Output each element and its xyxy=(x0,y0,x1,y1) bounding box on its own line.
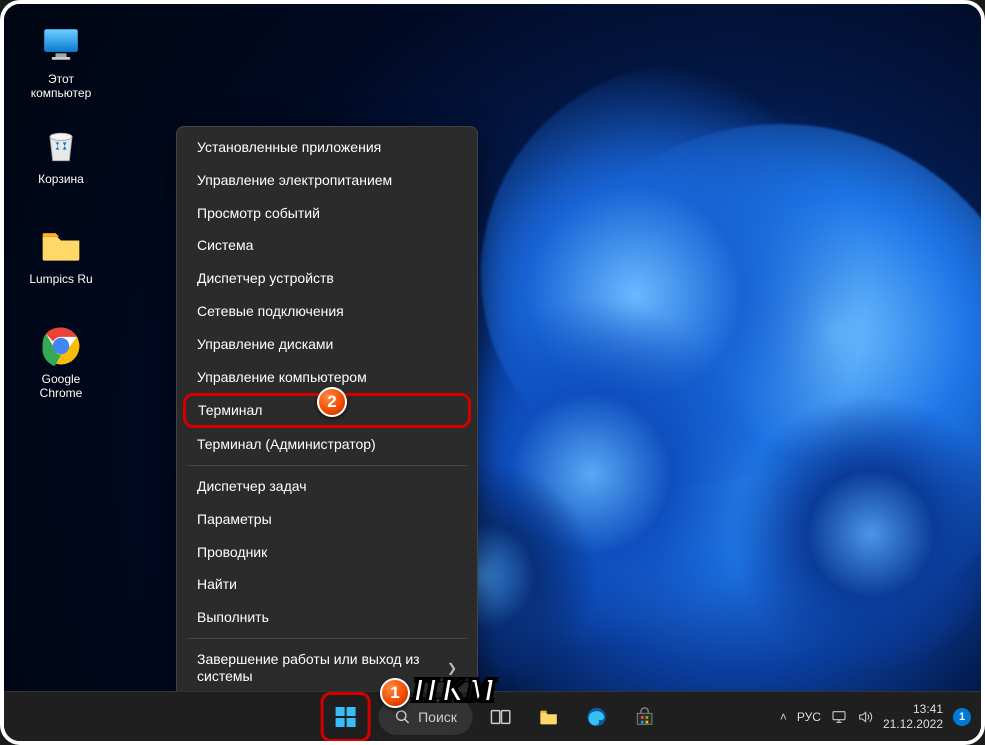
menu-item-label: Параметры xyxy=(197,511,272,528)
menu-item-label: Диспетчер задач xyxy=(197,478,307,495)
desktop-icon-label: Корзина xyxy=(38,172,84,186)
desktop-wallpaper xyxy=(4,4,981,741)
language-indicator[interactable]: РУС xyxy=(797,710,821,724)
menu-item-installed-apps[interactable]: Установленные приложения xyxy=(177,131,477,164)
taskbar-explorer[interactable] xyxy=(529,697,569,737)
menu-item-label: Установленные приложения xyxy=(197,139,381,156)
start-button[interactable] xyxy=(325,697,365,737)
volume-icon[interactable] xyxy=(857,709,873,725)
winx-context-menu: Установленные приложения Управление элек… xyxy=(176,126,478,730)
system-tray xyxy=(831,709,873,725)
menu-item-label: Выполнить xyxy=(197,609,269,626)
monitor-icon xyxy=(39,24,83,68)
desktop-icon-chrome[interactable]: Google Chrome xyxy=(22,324,100,400)
edge-icon xyxy=(586,706,608,728)
desktop-icon-this-pc[interactable]: Этот компьютер xyxy=(22,24,100,100)
menu-item-run[interactable]: Выполнить xyxy=(177,601,477,634)
menu-item-power-options[interactable]: Управление электропитанием xyxy=(177,164,477,197)
annotation-pkm-label: ПКМ xyxy=(412,672,498,710)
clock-date: 21.12.2022 xyxy=(883,717,943,731)
menu-item-explorer[interactable]: Проводник xyxy=(177,536,477,569)
menu-item-label: Управление дисками xyxy=(197,336,333,353)
menu-item-system[interactable]: Система xyxy=(177,229,477,262)
desktop-icon-folder[interactable]: Lumpics Ru xyxy=(22,224,100,286)
windows-icon xyxy=(333,705,357,729)
notification-badge[interactable]: 1 xyxy=(953,708,971,726)
menu-item-label: Просмотр событий xyxy=(197,205,320,222)
desktop-icon-label: Этот компьютер xyxy=(31,72,92,100)
clock-time: 13:41 xyxy=(883,702,943,716)
menu-item-label: Управление электропитанием xyxy=(197,172,392,189)
menu-item-disk-mgmt[interactable]: Управление дисками xyxy=(177,328,477,361)
menu-separator xyxy=(187,638,467,639)
search-icon xyxy=(394,709,410,725)
menu-item-label: Система xyxy=(197,237,253,254)
menu-item-terminal-admin[interactable]: Терминал (Администратор) xyxy=(177,428,477,461)
menu-item-label: Сетевые подключения xyxy=(197,303,344,320)
menu-item-label: Завершение работы или выход из системы xyxy=(197,651,447,685)
taskbar-search-label: Поиск xyxy=(418,709,457,725)
menu-item-event-viewer[interactable]: Просмотр событий xyxy=(177,197,477,230)
menu-item-label: Диспетчер устройств xyxy=(197,270,334,287)
menu-item-label: Терминал (Администратор) xyxy=(197,436,376,453)
menu-item-label: Управление компьютером xyxy=(197,369,367,386)
taskbar-clock[interactable]: 13:41 21.12.2022 xyxy=(883,702,943,731)
tray-overflow-button[interactable]: ˄ xyxy=(780,710,787,724)
menu-item-task-manager[interactable]: Диспетчер задач xyxy=(177,470,477,503)
desktop-icon-recycle-bin[interactable]: Корзина xyxy=(22,124,100,186)
menu-item-settings[interactable]: Параметры xyxy=(177,503,477,536)
menu-item-label: Найти xyxy=(197,576,237,593)
desktop-icon-label: Google Chrome xyxy=(40,372,83,400)
menu-separator xyxy=(187,465,467,466)
annotation-badge-2: 2 xyxy=(317,387,347,417)
menu-item-search[interactable]: Найти xyxy=(177,568,477,601)
menu-item-device-manager[interactable]: Диспетчер устройств xyxy=(177,262,477,295)
recycle-bin-icon xyxy=(39,124,83,168)
taskbar-store[interactable] xyxy=(625,697,665,737)
store-icon xyxy=(634,706,656,728)
menu-item-label: Проводник xyxy=(197,544,267,561)
folder-icon xyxy=(39,224,83,268)
chrome-icon xyxy=(39,324,83,368)
folder-icon xyxy=(538,706,560,728)
menu-item-label: Терминал xyxy=(198,402,262,419)
taskbar-edge[interactable] xyxy=(577,697,617,737)
desktop-icon-label: Lumpics Ru xyxy=(29,272,92,286)
menu-item-network[interactable]: Сетевые подключения xyxy=(177,295,477,328)
annotation-highlight-start xyxy=(320,692,370,742)
annotation-badge-1: 1 xyxy=(380,678,410,708)
network-icon[interactable] xyxy=(831,709,847,725)
